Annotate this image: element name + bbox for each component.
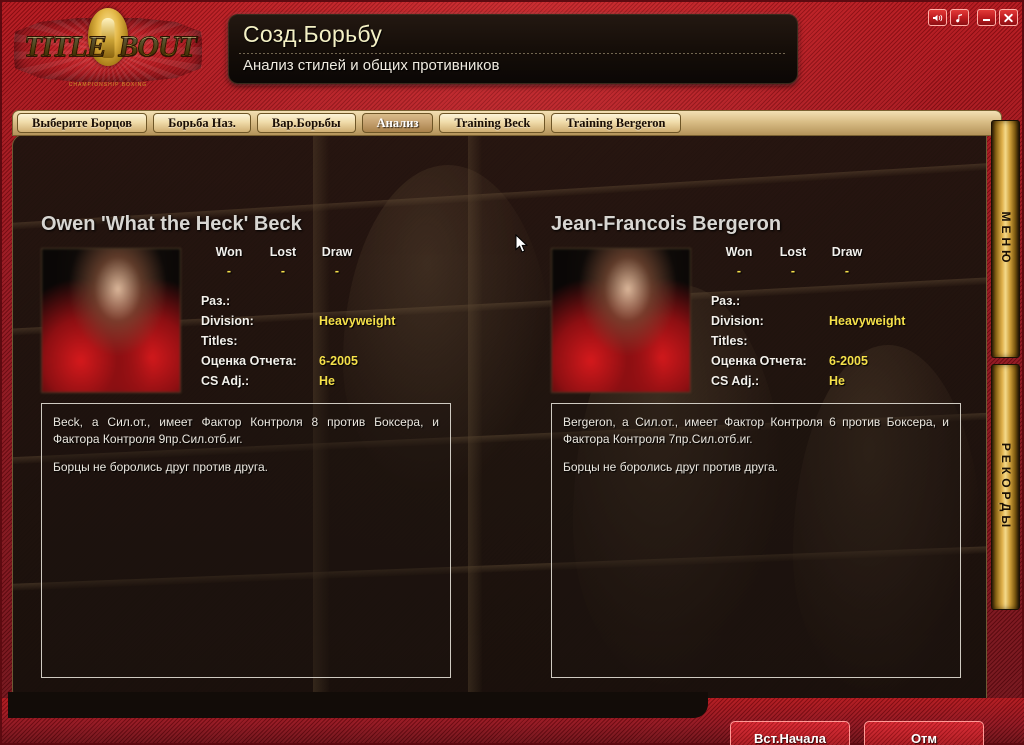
side-rail: МЕНЮ РЕКОРДЫ <box>991 120 1020 610</box>
record-value-row-left: - - - <box>201 259 491 278</box>
info-label-division-left: Division: <box>201 314 254 328</box>
info-row-size-right: Раз.: <box>711 294 986 314</box>
insert-start-button[interactable]: Вст.Начала <box>730 721 850 745</box>
fighter-stats-left: Won Lost Draw - - - Раз.: Division: Heav… <box>201 245 491 394</box>
logo-word-bout: BOUT <box>118 30 198 64</box>
fighter-card-right: Jean-Francois Bergeron Won Lost Draw - -… <box>551 135 986 701</box>
header-plate: Созд.Борьбу Анализ стилей и общих против… <box>228 14 798 84</box>
side-rail-records-button[interactable]: РЕКОРДЫ <box>991 364 1020 610</box>
fighter-card-left: Owen 'What the Heck' Beck Won Lost Draw … <box>41 135 496 701</box>
tab-bar: Выберите Борцов Борьба Наз. Вар.Борьбы А… <box>12 110 1002 136</box>
info-row-rating-left: Оценка Отчета: 6-2005 <box>201 354 491 374</box>
logo-subtitle: CHAMPIONSHIP BOXING <box>68 82 148 88</box>
info-value-division-right: Heavyweight <box>829 314 906 328</box>
info-row-titles-left: Titles: <box>201 334 491 354</box>
minimize-icon[interactable] <box>977 9 996 26</box>
info-value-rating-left: 6-2005 <box>319 354 358 368</box>
header-divider <box>239 53 787 54</box>
info-row-division-right: Division: Heavyweight <box>711 314 986 334</box>
info-row-titles-right: Titles: <box>711 334 986 354</box>
fighter-info-list-left: Раз.: Division: Heavyweight Titles: Оцен… <box>201 294 491 394</box>
info-row-cs-adj-right: CS Adj.: Не <box>711 374 986 394</box>
info-value-division-left: Heavyweight <box>319 314 396 328</box>
info-row-division-left: Division: Heavyweight <box>201 314 491 334</box>
info-label-cs-adj-left: CS Adj.: <box>201 374 250 388</box>
fighter-stats-right: Won Lost Draw - - - Раз.: Division: Heav… <box>711 245 986 394</box>
tab-training-bergeron[interactable]: Training Bergeron <box>551 113 681 133</box>
info-label-size-right: Раз.: <box>711 294 741 308</box>
tab-bout-назначение[interactable]: Борьба Наз. <box>153 113 251 133</box>
info-row-rating-right: Оценка Отчета: 6-2005 <box>711 354 986 374</box>
side-rail-records-label: РЕКОРДЫ <box>998 442 1013 532</box>
note-paragraph-right-2: Борцы не боролись друг против друга. <box>563 460 779 474</box>
side-rail-menu-label: МЕНЮ <box>998 211 1013 267</box>
page-subtitle: Анализ стилей и общих противников <box>243 57 500 74</box>
speaker-icon[interactable] <box>928 9 947 26</box>
info-label-cs-adj-right: CS Adj.: <box>711 374 760 388</box>
record-won-right: - <box>736 264 742 278</box>
window-buttons-group <box>975 7 1020 28</box>
record-header-row-right: Won Lost Draw <box>711 245 986 259</box>
info-label-rating-right: Оценка Отчета: <box>711 354 807 368</box>
side-rail-menu-button[interactable]: МЕНЮ <box>991 120 1020 358</box>
record-header-lost: Lost <box>269 245 297 259</box>
info-row-cs-adj-left: CS Adj.: Не <box>201 374 491 394</box>
record-won-left: - <box>226 264 232 278</box>
note-paragraph-left-2: Борцы не боролись друг против друга. <box>53 460 269 474</box>
record-lost-right: - <box>790 264 796 278</box>
record-header-draw-right: Draw <box>831 245 863 259</box>
close-icon[interactable] <box>999 9 1018 26</box>
record-header-won: Won <box>215 245 243 259</box>
record-value-row-right: - - - <box>711 259 986 278</box>
note-paragraph-right-1: Bergeron, а Сил.от., имеет Фактор Контро… <box>563 415 949 446</box>
info-value-cs-adj-right: Не <box>829 374 845 388</box>
fighter-photo-left <box>41 248 181 393</box>
fighter-photo-right <box>551 248 691 393</box>
analysis-notes-left: Beck, а Сил.от., имеет Фактор Контроля 8… <box>41 403 451 678</box>
music-note-icon[interactable] <box>950 9 969 26</box>
info-label-rating-left: Оценка Отчета: <box>201 354 297 368</box>
audio-controls-group <box>926 7 971 28</box>
fighter-name-left: Owen 'What the Heck' Beck <box>41 213 302 235</box>
info-label-titles-right: Titles: <box>711 334 748 348</box>
record-header-row-left: Won Lost Draw <box>201 245 491 259</box>
application-window: TITLE BOUT CHAMPIONSHIP BOXING Созд.Борь… <box>0 0 1024 745</box>
record-header-lost-right: Lost <box>779 245 807 259</box>
info-value-cs-adj-left: Не <box>319 374 335 388</box>
analysis-panel: Owen 'What the Heck' Beck Won Lost Draw … <box>12 134 987 702</box>
info-label-titles-left: Titles: <box>201 334 238 348</box>
record-header-draw: Draw <box>321 245 353 259</box>
record-draw-right: - <box>844 264 850 278</box>
title-bout-logo: TITLE BOUT CHAMPIONSHIP BOXING <box>10 4 206 96</box>
note-paragraph-left-1: Beck, а Сил.от., имеет Фактор Контроля 8… <box>53 415 439 446</box>
tab-analysis[interactable]: Анализ <box>361 113 434 133</box>
tab-training-beck[interactable]: Training Beck <box>439 113 546 133</box>
page-title: Созд.Борьбу <box>243 21 383 47</box>
tab-bout-options[interactable]: Вар.Борьбы <box>256 113 356 133</box>
window-controls <box>926 7 1020 28</box>
info-value-rating-right: 6-2005 <box>829 354 868 368</box>
bottom-bar-notch <box>8 692 708 718</box>
info-row-size-left: Раз.: <box>201 294 491 314</box>
fighter-info-list-right: Раз.: Division: Heavyweight Titles: Оцен… <box>711 294 986 394</box>
title-bar: TITLE BOUT CHAMPIONSHIP BOXING Созд.Борь… <box>2 2 1024 102</box>
analysis-notes-right: Bergeron, а Сил.от., имеет Фактор Контро… <box>551 403 961 678</box>
record-draw-left: - <box>334 264 340 278</box>
record-lost-left: - <box>280 264 286 278</box>
info-label-division-right: Division: <box>711 314 764 328</box>
info-label-size-left: Раз.: <box>201 294 231 308</box>
bottom-bar: Вст.Начала Отм <box>2 692 1024 745</box>
cancel-button[interactable]: Отм <box>864 721 984 745</box>
record-header-won-right: Won <box>725 245 753 259</box>
fighter-name-right: Jean-Francois Bergeron <box>551 213 782 235</box>
tab-select-fighters[interactable]: Выберите Борцов <box>17 113 148 133</box>
logo-word-title: TITLE <box>24 30 108 64</box>
